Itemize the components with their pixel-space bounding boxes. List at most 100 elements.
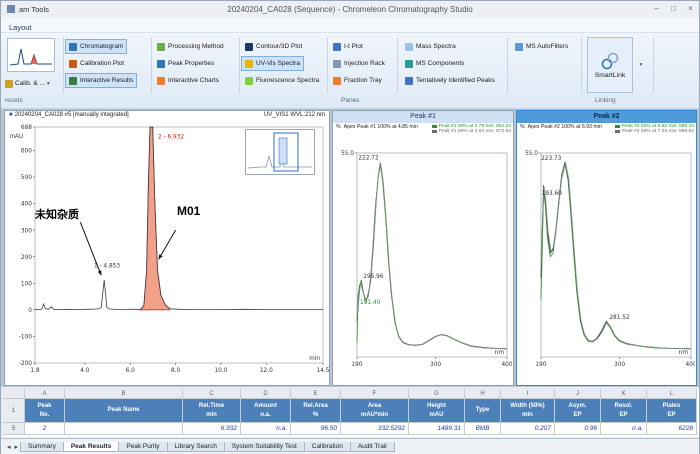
sheet-tab-audit-trail[interactable]: Audit Trail: [350, 442, 395, 452]
ribbon-button-fraction-tray[interactable]: Fraction Tray: [329, 73, 386, 88]
sheet-tab-system-suitability-test[interactable]: System Suitability Test: [224, 442, 305, 452]
chart-text: nm: [679, 350, 689, 356]
column-header[interactable]: Rel.Area%: [291, 399, 341, 423]
column-header[interactable]: Type: [465, 399, 501, 423]
column-header[interactable]: Peak Name: [65, 399, 183, 423]
column-letter[interactable]: B: [65, 389, 183, 399]
table-cell[interactable]: BMB: [465, 423, 501, 435]
chart-text: 300: [21, 228, 32, 234]
titlebar: am Tools 20240204_CA028 (Sequence) - Chr…: [1, 1, 699, 17]
column-header[interactable]: PlatesEP: [647, 399, 697, 423]
maximize-button[interactable]: □: [665, 2, 682, 16]
ribbon-button-contour-3d-plot[interactable]: Contour/3D Plot: [241, 39, 306, 54]
window-title: 20240204_CA028 (Sequence) - Chromeleon C…: [1, 5, 699, 14]
ribbon-button-processing-method[interactable]: Processing Method: [153, 39, 228, 54]
table-cell[interactable]: n.a.: [241, 423, 291, 435]
table-cell[interactable]: 332.5292: [341, 423, 409, 435]
smartlink-dropdown-button[interactable]: ▾: [635, 37, 647, 93]
ribbon-button-i-t-plot[interactable]: I-t Plot: [329, 39, 367, 54]
peak1-header[interactable]: Peak #1: [333, 111, 513, 123]
column-header[interactable]: HeightmAU: [409, 399, 465, 423]
ribbon-button-ms-components[interactable]: MS Components: [401, 56, 468, 71]
column-letter[interactable]: J: [555, 389, 601, 399]
peak2-spectrum-plot[interactable]: 19030040055.0223.73193.60281.52nm: [517, 111, 695, 383]
minimize-button[interactable]: –: [648, 2, 665, 16]
legend-marker: [432, 125, 437, 128]
table-cell[interactable]: 2: [25, 423, 65, 435]
column-letter[interactable]: G: [409, 389, 465, 399]
chart-text: 688: [21, 125, 32, 131]
chromatogram-panel: 1.84.06.08.010.012.014.56886005004003002…: [4, 110, 330, 386]
apex-label: Apex Peak #1 100% at 4.85 min: [344, 124, 418, 130]
chart-rect: [541, 153, 691, 357]
workspace: 1.84.06.08.010.012.014.56886005004003002…: [1, 109, 699, 387]
ribbon-button-label: MS AutoFilters: [526, 43, 568, 50]
sheet-tab-peak-purity[interactable]: Peak Purity: [118, 442, 167, 452]
column-letter[interactable]: K: [601, 389, 647, 399]
ribbon-button-fluorescence-spectra[interactable]: Fluorescence Spectra: [241, 73, 323, 88]
peak2-header[interactable]: Peak #2: [517, 111, 696, 123]
chromatogram-preview-button[interactable]: [7, 38, 55, 72]
menu-layout[interactable]: Layout: [9, 20, 32, 32]
column-letter[interactable]: H: [465, 389, 501, 399]
column-header[interactable]: Amountn.a.: [241, 399, 291, 423]
column-header[interactable]: Width (50%)min: [501, 399, 555, 423]
column-header[interactable]: Asym.EP: [555, 399, 601, 423]
sheet-tab-library-search[interactable]: Library Search: [167, 442, 225, 452]
peak1-spectrum-plot[interactable]: 19030040055.0222.72195.96191.40nm: [333, 111, 512, 384]
ribbon-button-interactive-results[interactable]: Interactive Results: [65, 73, 137, 88]
ribbon-button-injection-rack[interactable]: Injection Rack: [329, 56, 389, 71]
ribbon-button-ms-autofilters[interactable]: MS AutoFilters: [511, 39, 572, 54]
sheet-tab-calibration[interactable]: Calibration: [304, 442, 351, 452]
column-header[interactable]: PeakNo.: [25, 399, 65, 423]
column-letter[interactable]: A: [25, 389, 65, 399]
table-cell[interactable]: 6228: [647, 423, 697, 435]
close-button[interactable]: ×: [682, 2, 699, 16]
row-number[interactable]: 5: [3, 423, 25, 435]
interactive-results-icon: [69, 77, 77, 85]
calib-dropdown-button[interactable]: Calib. & ... ▾: [4, 76, 64, 91]
ribbon-button-uv-vis-spectra[interactable]: UV-Vis Spectra: [241, 56, 304, 71]
sheet-tab-peak-results[interactable]: Peak Results: [63, 442, 119, 452]
table-corner[interactable]: [3, 389, 25, 399]
table-cell[interactable]: 6.932: [183, 423, 241, 435]
table-cell[interactable]: 1489.31: [409, 423, 465, 435]
column-letter[interactable]: L: [647, 389, 697, 399]
table-cell[interactable]: [65, 423, 183, 435]
tab-nav-prev-icon[interactable]: ◂: [7, 443, 11, 451]
ribbon-button-interactive-charts[interactable]: Interactive Charts: [153, 73, 223, 88]
column-header-unit: mAU*min: [341, 411, 408, 419]
ribbon-button-calibration-plot[interactable]: Calibration Plot: [65, 56, 128, 71]
ribbon-button-tentatively-identified-peaks[interactable]: Tentatively Identified Peaks: [401, 73, 499, 88]
column-header[interactable]: Resol.EP: [601, 399, 647, 423]
chart-text: 223.73: [541, 156, 562, 162]
column-header[interactable]: AreamAU*min: [341, 399, 409, 423]
ribbon-separator: [151, 37, 152, 93]
sheet-tab-summary[interactable]: Summary: [20, 442, 64, 452]
column-letter[interactable]: F: [341, 389, 409, 399]
chart-text: 191.40: [360, 300, 381, 306]
smartlink-button[interactable]: SmartLink: [587, 37, 633, 93]
ribbon-button-peak-properties[interactable]: Peak Properties: [153, 56, 218, 71]
column-letter[interactable]: E: [291, 389, 341, 399]
row-number[interactable]: 1: [3, 399, 25, 423]
table-cell[interactable]: 0.207: [501, 423, 555, 435]
tab-nav-next-icon[interactable]: ▸: [15, 443, 19, 451]
column-letter[interactable]: I: [501, 389, 555, 399]
ribbon-button-chromatogram[interactable]: Chromatogram: [65, 39, 127, 54]
calibration-icon: [5, 80, 13, 88]
column-letter[interactable]: C: [183, 389, 241, 399]
column-letter[interactable]: D: [241, 389, 291, 399]
peak2-panel: 19030040055.0223.73193.60281.52nm Peak #…: [516, 110, 697, 386]
chromeleon-window: { "window": { "toolbar_context": "am Too…: [0, 0, 700, 454]
zoom-overview-inset[interactable]: [245, 129, 315, 175]
ribbon-button-mass-spectra[interactable]: Mass Spectra: [401, 39, 460, 54]
column-header[interactable]: Ret.Timemin: [183, 399, 241, 423]
table-cell[interactable]: 0.96: [555, 423, 601, 435]
contour-3d-plot-icon: [245, 43, 253, 51]
column-header-name: Type: [465, 406, 500, 414]
table-cell[interactable]: n.a.: [601, 423, 647, 435]
ms-components-icon: [405, 60, 413, 68]
table-cell[interactable]: 96.50: [291, 423, 341, 435]
column-header-name: Width (50%): [501, 402, 554, 410]
